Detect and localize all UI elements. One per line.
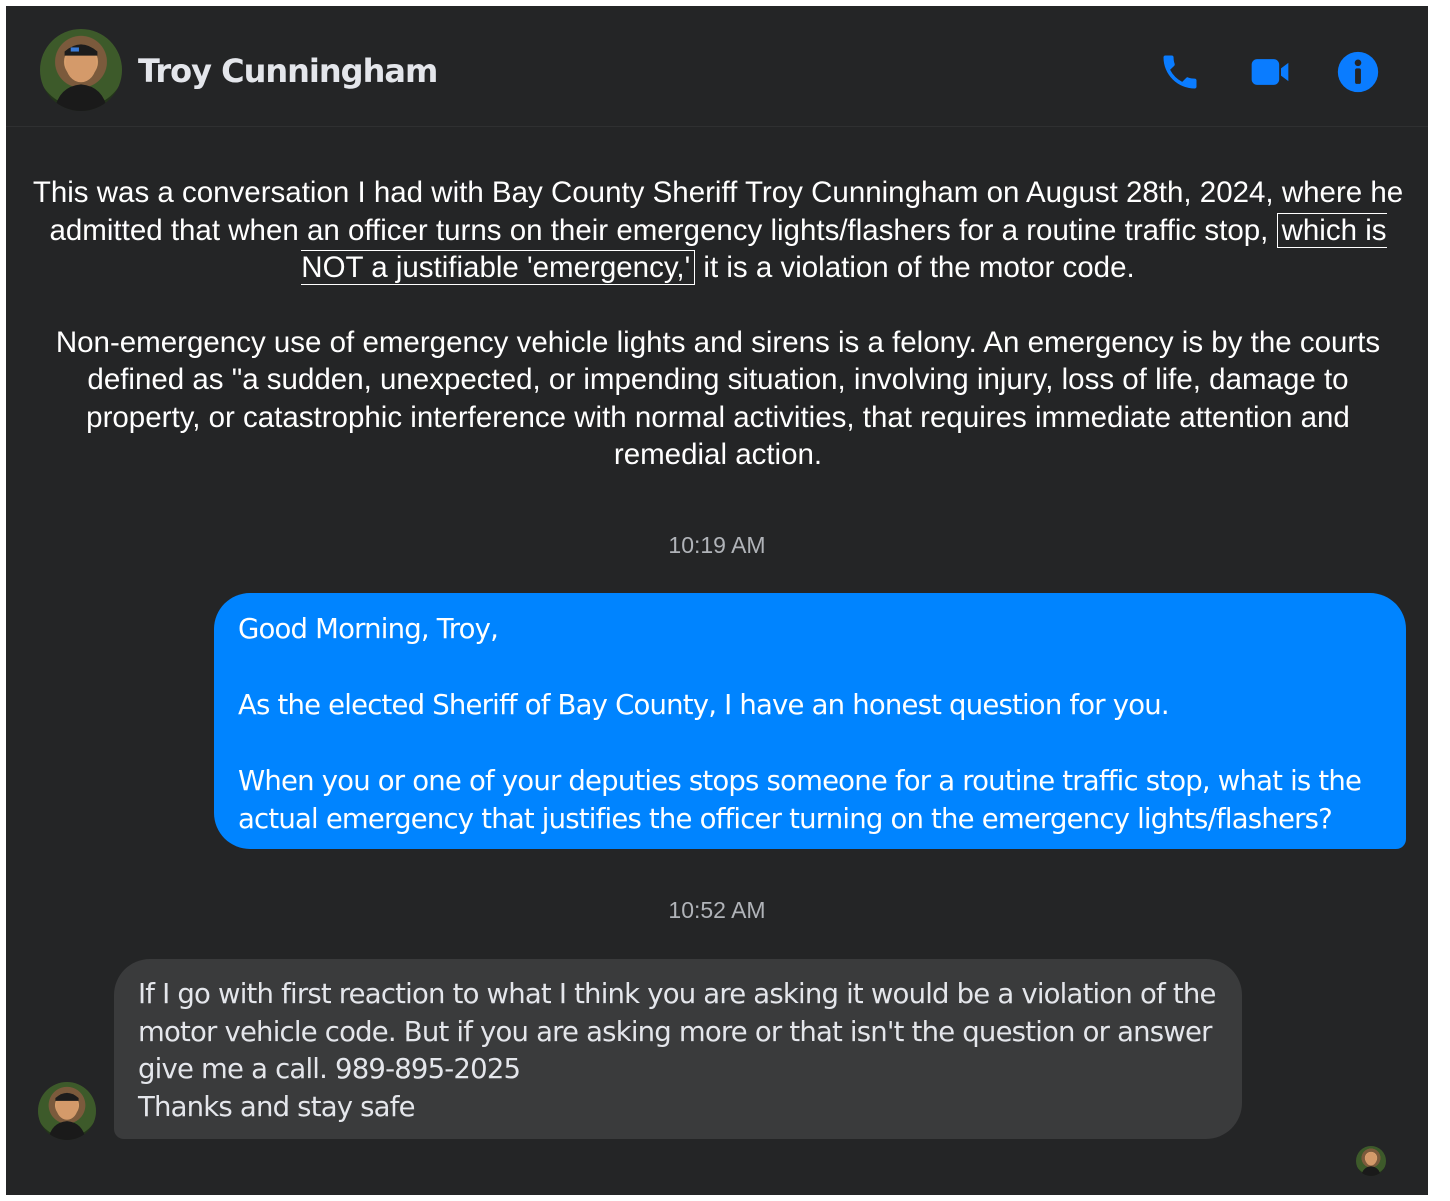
sender-avatar[interactable] — [38, 1082, 96, 1140]
video-camera-icon[interactable] — [1248, 50, 1292, 94]
phone-icon[interactable] — [1158, 50, 1202, 94]
incoming-message-bubble[interactable]: If I go with first reaction to what I th… — [114, 959, 1242, 1139]
contact-avatar[interactable] — [40, 29, 122, 111]
message-line: As the elected Sheriff of Bay County, I … — [238, 689, 1170, 721]
message-line: When you or one of your deputies stops s… — [238, 765, 1362, 797]
caption-paragraph-1: This was a conversation I had with Bay C… — [28, 174, 1408, 287]
chat-window: Troy Cunningham This was a conversation … — [6, 6, 1428, 1195]
caption-text: This was a conversation I had with Bay C… — [32, 176, 1404, 247]
caption-text: it is a violation of the motor code. — [703, 251, 1135, 284]
message-timestamp: 10:19 AM — [668, 532, 766, 558]
message-line: actual emergency that justifies the offi… — [238, 803, 1333, 835]
caption-paragraph-2: Non-emergency use of emergency vehicle l… — [55, 325, 1381, 472]
chat-header: Troy Cunningham — [6, 6, 1428, 127]
contact-name[interactable]: Troy Cunningham — [138, 52, 438, 90]
outgoing-message-bubble[interactable]: Good Morning, Troy, As the elected Sheri… — [214, 593, 1406, 849]
overlay-caption: This was a conversation I had with Bay C… — [28, 174, 1408, 474]
seen-receipt-avatar — [1356, 1146, 1386, 1176]
message-line: Good Morning, Troy, — [238, 613, 499, 645]
message-timestamp: 10:52 AM — [668, 897, 766, 923]
message-line: give me a call. 989-895-2025 — [138, 1053, 521, 1085]
message-line: Thanks and stay safe — [138, 1090, 416, 1123]
message-line: motor vehicle code. But if you are askin… — [138, 1015, 1212, 1048]
message-line: If I go with first reaction to what I th… — [138, 978, 1216, 1010]
info-icon[interactable] — [1336, 50, 1380, 94]
